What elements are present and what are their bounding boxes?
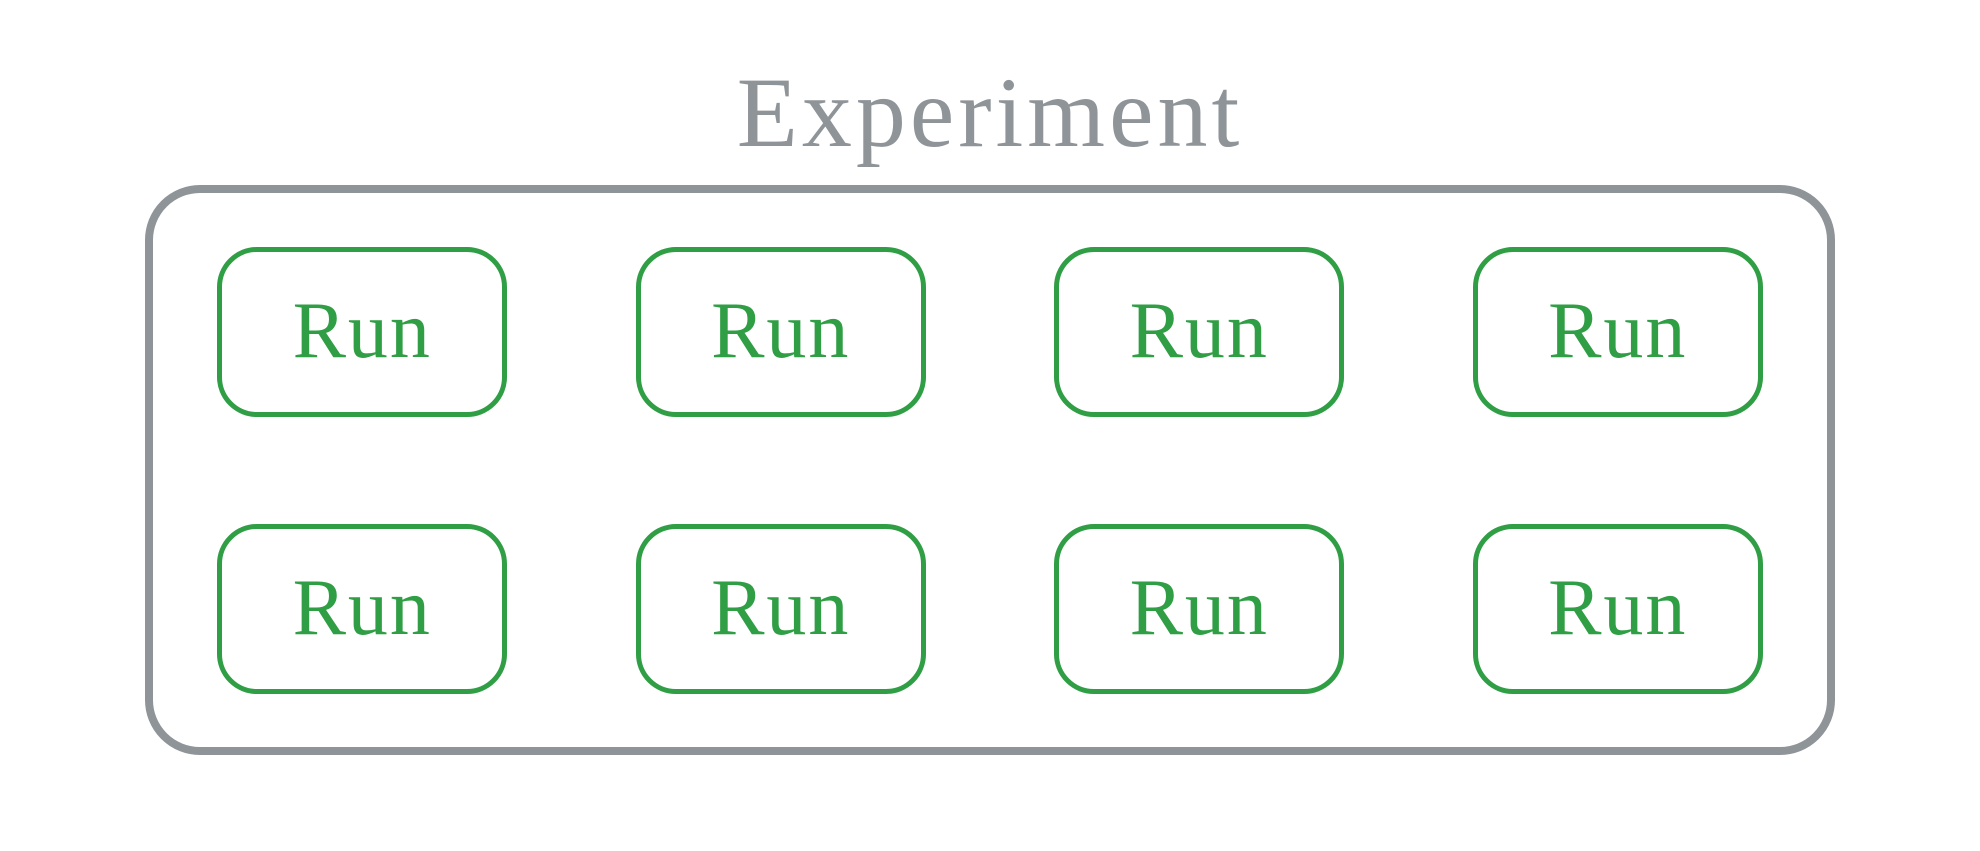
run-box: Run	[1473, 524, 1763, 694]
experiment-title: Experiment	[737, 55, 1244, 170]
run-label: Run	[293, 563, 432, 654]
run-box: Run	[217, 247, 507, 417]
run-box: Run	[1473, 247, 1763, 417]
run-label: Run	[1130, 286, 1269, 377]
experiment-container: Run Run Run Run Run Run Run Run	[145, 185, 1835, 755]
run-box: Run	[636, 524, 926, 694]
run-label: Run	[1548, 286, 1687, 377]
run-label: Run	[1548, 563, 1687, 654]
run-label: Run	[293, 286, 432, 377]
run-box: Run	[1054, 524, 1344, 694]
run-box: Run	[217, 524, 507, 694]
run-label: Run	[711, 563, 850, 654]
run-label: Run	[1130, 563, 1269, 654]
run-box: Run	[636, 247, 926, 417]
run-box: Run	[1054, 247, 1344, 417]
run-label: Run	[711, 286, 850, 377]
